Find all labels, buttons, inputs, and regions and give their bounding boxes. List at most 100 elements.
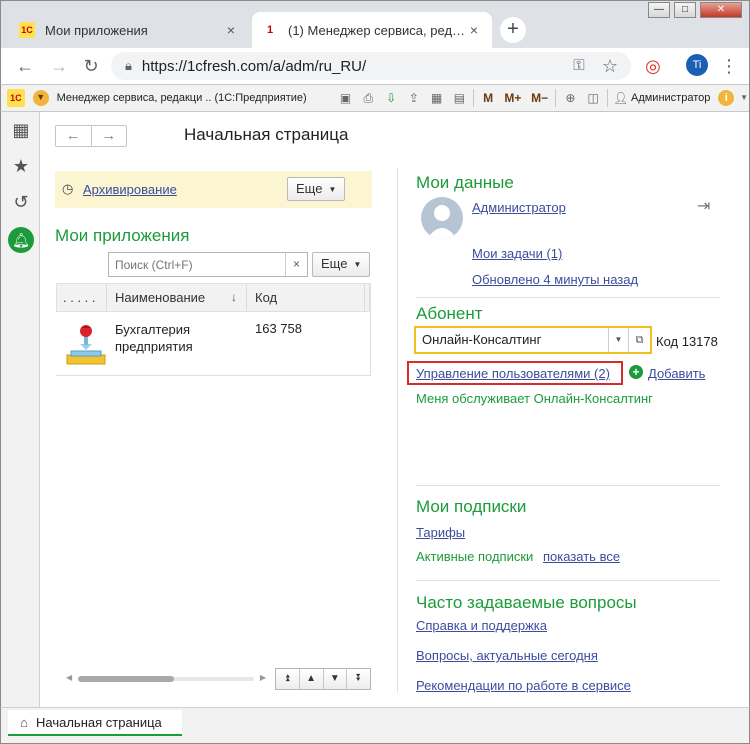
tasks-link[interactable]: Мои задачи (1) [472, 246, 562, 261]
window-tab-home[interactable]: ⌂ Начальная страница [8, 710, 182, 736]
nav-back-icon[interactable]: ← [56, 126, 92, 146]
search-field[interactable]: × [108, 252, 308, 277]
home-icon: ⌂ [20, 714, 28, 730]
column-divider [397, 168, 398, 693]
table-icon[interactable]: ▦ [428, 89, 446, 107]
star-bookmark-icon[interactable]: ☆ [598, 54, 622, 78]
archive-link[interactable]: Архивирование [83, 182, 177, 197]
apps-table-header: . . . . . Наименование ↓ Код [56, 283, 370, 312]
updated-link[interactable]: Обновлено 4 минуты назад [472, 272, 638, 287]
close-window-button[interactable]: ✕ [700, 2, 742, 18]
calendar-icon[interactable]: ▤ [451, 89, 469, 107]
key-icon[interactable]: ⚿ [567, 54, 591, 78]
current-user[interactable]: Администратор [631, 92, 710, 104]
open-card-icon[interactable]: ⧉ [628, 328, 650, 352]
subscriptions-title: Мои подписки [416, 497, 527, 516]
column-marker[interactable]: . . . . . [57, 284, 107, 311]
print-icon[interactable]: ⎙ [359, 89, 377, 107]
subscriber-title: Абонент [416, 304, 483, 323]
save-icon[interactable]: ▣ [337, 89, 355, 107]
table-edge [370, 283, 371, 376]
forward-arrow-icon[interactable]: → [47, 54, 71, 78]
app-title: Менеджер сервиса, редакци .. (1С:Предпри… [56, 92, 307, 104]
panels-icon[interactable]: ◫ [584, 89, 602, 107]
scroll-thumb[interactable] [78, 676, 174, 682]
horizontal-scrollbar[interactable]: ◀ ▶ [66, 672, 266, 684]
user-avatar [421, 197, 463, 239]
history-icon[interactable]: ↺ [9, 190, 33, 214]
tab-close-icon[interactable]: × [466, 22, 482, 38]
search-input[interactable] [109, 253, 285, 276]
faq-link-recommendations[interactable]: Рекомендации по работе в сервисе [416, 678, 631, 693]
nav-forward-icon[interactable]: → [92, 126, 127, 146]
address-bar[interactable]: 🔒︎ https://1cfresh.com/a/adm/ru_RU/ [111, 52, 631, 80]
manage-users-link[interactable]: Управление пользователями (2) [416, 366, 610, 381]
divider [416, 485, 720, 486]
logout-icon[interactable]: ⇥ [697, 196, 710, 216]
info-icon[interactable]: i [718, 90, 735, 106]
main-menu-dropdown-icon[interactable]: ▼ [32, 90, 49, 106]
chevron-down-icon[interactable]: ▼ [739, 89, 749, 107]
next-page-icon[interactable]: ▼ [324, 669, 348, 689]
scroll-right-icon[interactable]: ▶ [260, 672, 266, 684]
column-code[interactable]: Код [247, 284, 365, 311]
new-tab-button[interactable]: + [500, 17, 526, 43]
apps-more-button[interactable]: Еще ▼ [312, 252, 371, 277]
column-name-label: Наименование [115, 290, 206, 305]
back-arrow-icon[interactable]: ← [13, 54, 37, 78]
toolbar-separator [555, 89, 557, 107]
subscriber-value: Онлайн-Консалтинг [422, 332, 542, 347]
clock-icon: ◷ [62, 181, 74, 196]
user-silhouette-icon [427, 205, 457, 239]
apps-grid-icon[interactable]: ▦ [9, 118, 33, 142]
column-name[interactable]: Наименование [107, 284, 247, 311]
memory-plus-button[interactable]: M+ [502, 89, 524, 107]
subscriber-code: Код 13178 [656, 334, 718, 349]
history-nav: ← → [55, 125, 127, 147]
browser-tab-service-manager[interactable]: 1 (1) Менеджер сервиса, редакция .. × [252, 12, 492, 48]
maximize-button[interactable]: □ [674, 2, 696, 18]
tab-close-icon[interactable]: × [223, 22, 239, 38]
app-code: 163 758 [255, 321, 302, 336]
tab-title: (1) Менеджер сервиса, редакция .. [288, 22, 466, 38]
memory-button[interactable]: M [479, 89, 497, 107]
subscriber-select[interactable]: Онлайн-Консалтинг ▼ ⧉ [414, 326, 652, 354]
notifications-bell-icon[interactable]: 🔔︎ [8, 227, 34, 253]
tariffs-link[interactable]: Тарифы [416, 525, 465, 540]
show-all-link[interactable]: показать все [543, 549, 620, 564]
more-label: Еще [321, 256, 348, 271]
toolbar-separator [607, 89, 608, 107]
app-toolbar: 1С ▼ Менеджер сервиса, редакци .. (1С:Пр… [0, 84, 750, 112]
faq-link-today[interactable]: Вопросы, актуальные сегодня [416, 648, 598, 663]
add-plus-icon[interactable]: + [629, 365, 643, 379]
faq-link-support[interactable]: Справка и поддержка [416, 618, 547, 633]
user-link[interactable]: Администратор [472, 200, 566, 215]
clear-search-icon[interactable]: × [285, 253, 307, 276]
served-by-text: Меня обслуживает Онлайн-Консалтинг [416, 391, 653, 406]
divider [416, 580, 720, 581]
dropdown-arrow-icon[interactable]: ▼ [608, 328, 628, 352]
caret-down-icon: ▼ [328, 184, 337, 194]
last-page-icon[interactable]: ⏬︎ [347, 669, 370, 689]
archive-more-button[interactable]: Еще ▼ [287, 177, 346, 201]
memory-minus-button[interactable]: M− [529, 89, 551, 107]
browser-navbar: ← → ↻ 🔒︎ https://1cfresh.com/a/adm/ru_RU… [0, 48, 750, 84]
prev-page-icon[interactable]: ▲ [300, 669, 324, 689]
download-icon[interactable]: ⇩ [382, 89, 400, 107]
export-icon[interactable]: ⇪ [405, 89, 423, 107]
window-tab-label: Начальная страница [36, 714, 162, 730]
minimize-button[interactable]: — [648, 2, 670, 18]
menu-dots-icon[interactable]: ⋮ [717, 54, 741, 78]
1c-favicon-icon: 1 [266, 24, 274, 36]
scroll-left-icon[interactable]: ◀ [66, 672, 72, 684]
accounting-app-icon [66, 325, 106, 365]
zoom-icon[interactable]: ⊕ [561, 89, 579, 107]
profile-avatar[interactable]: Ti [686, 54, 708, 76]
favorites-star-icon[interactable]: ★ [9, 154, 33, 178]
add-user-link[interactable]: Добавить [648, 366, 705, 381]
browser-tab-my-apps[interactable]: 1С Мои приложения × [9, 12, 249, 48]
first-page-icon[interactable]: ⏫︎ [276, 669, 300, 689]
target-extension-icon[interactable]: ◎ [641, 54, 665, 78]
app-name: Бухгалтерия предприятия [115, 322, 193, 354]
reload-icon[interactable]: ↻ [79, 54, 103, 78]
